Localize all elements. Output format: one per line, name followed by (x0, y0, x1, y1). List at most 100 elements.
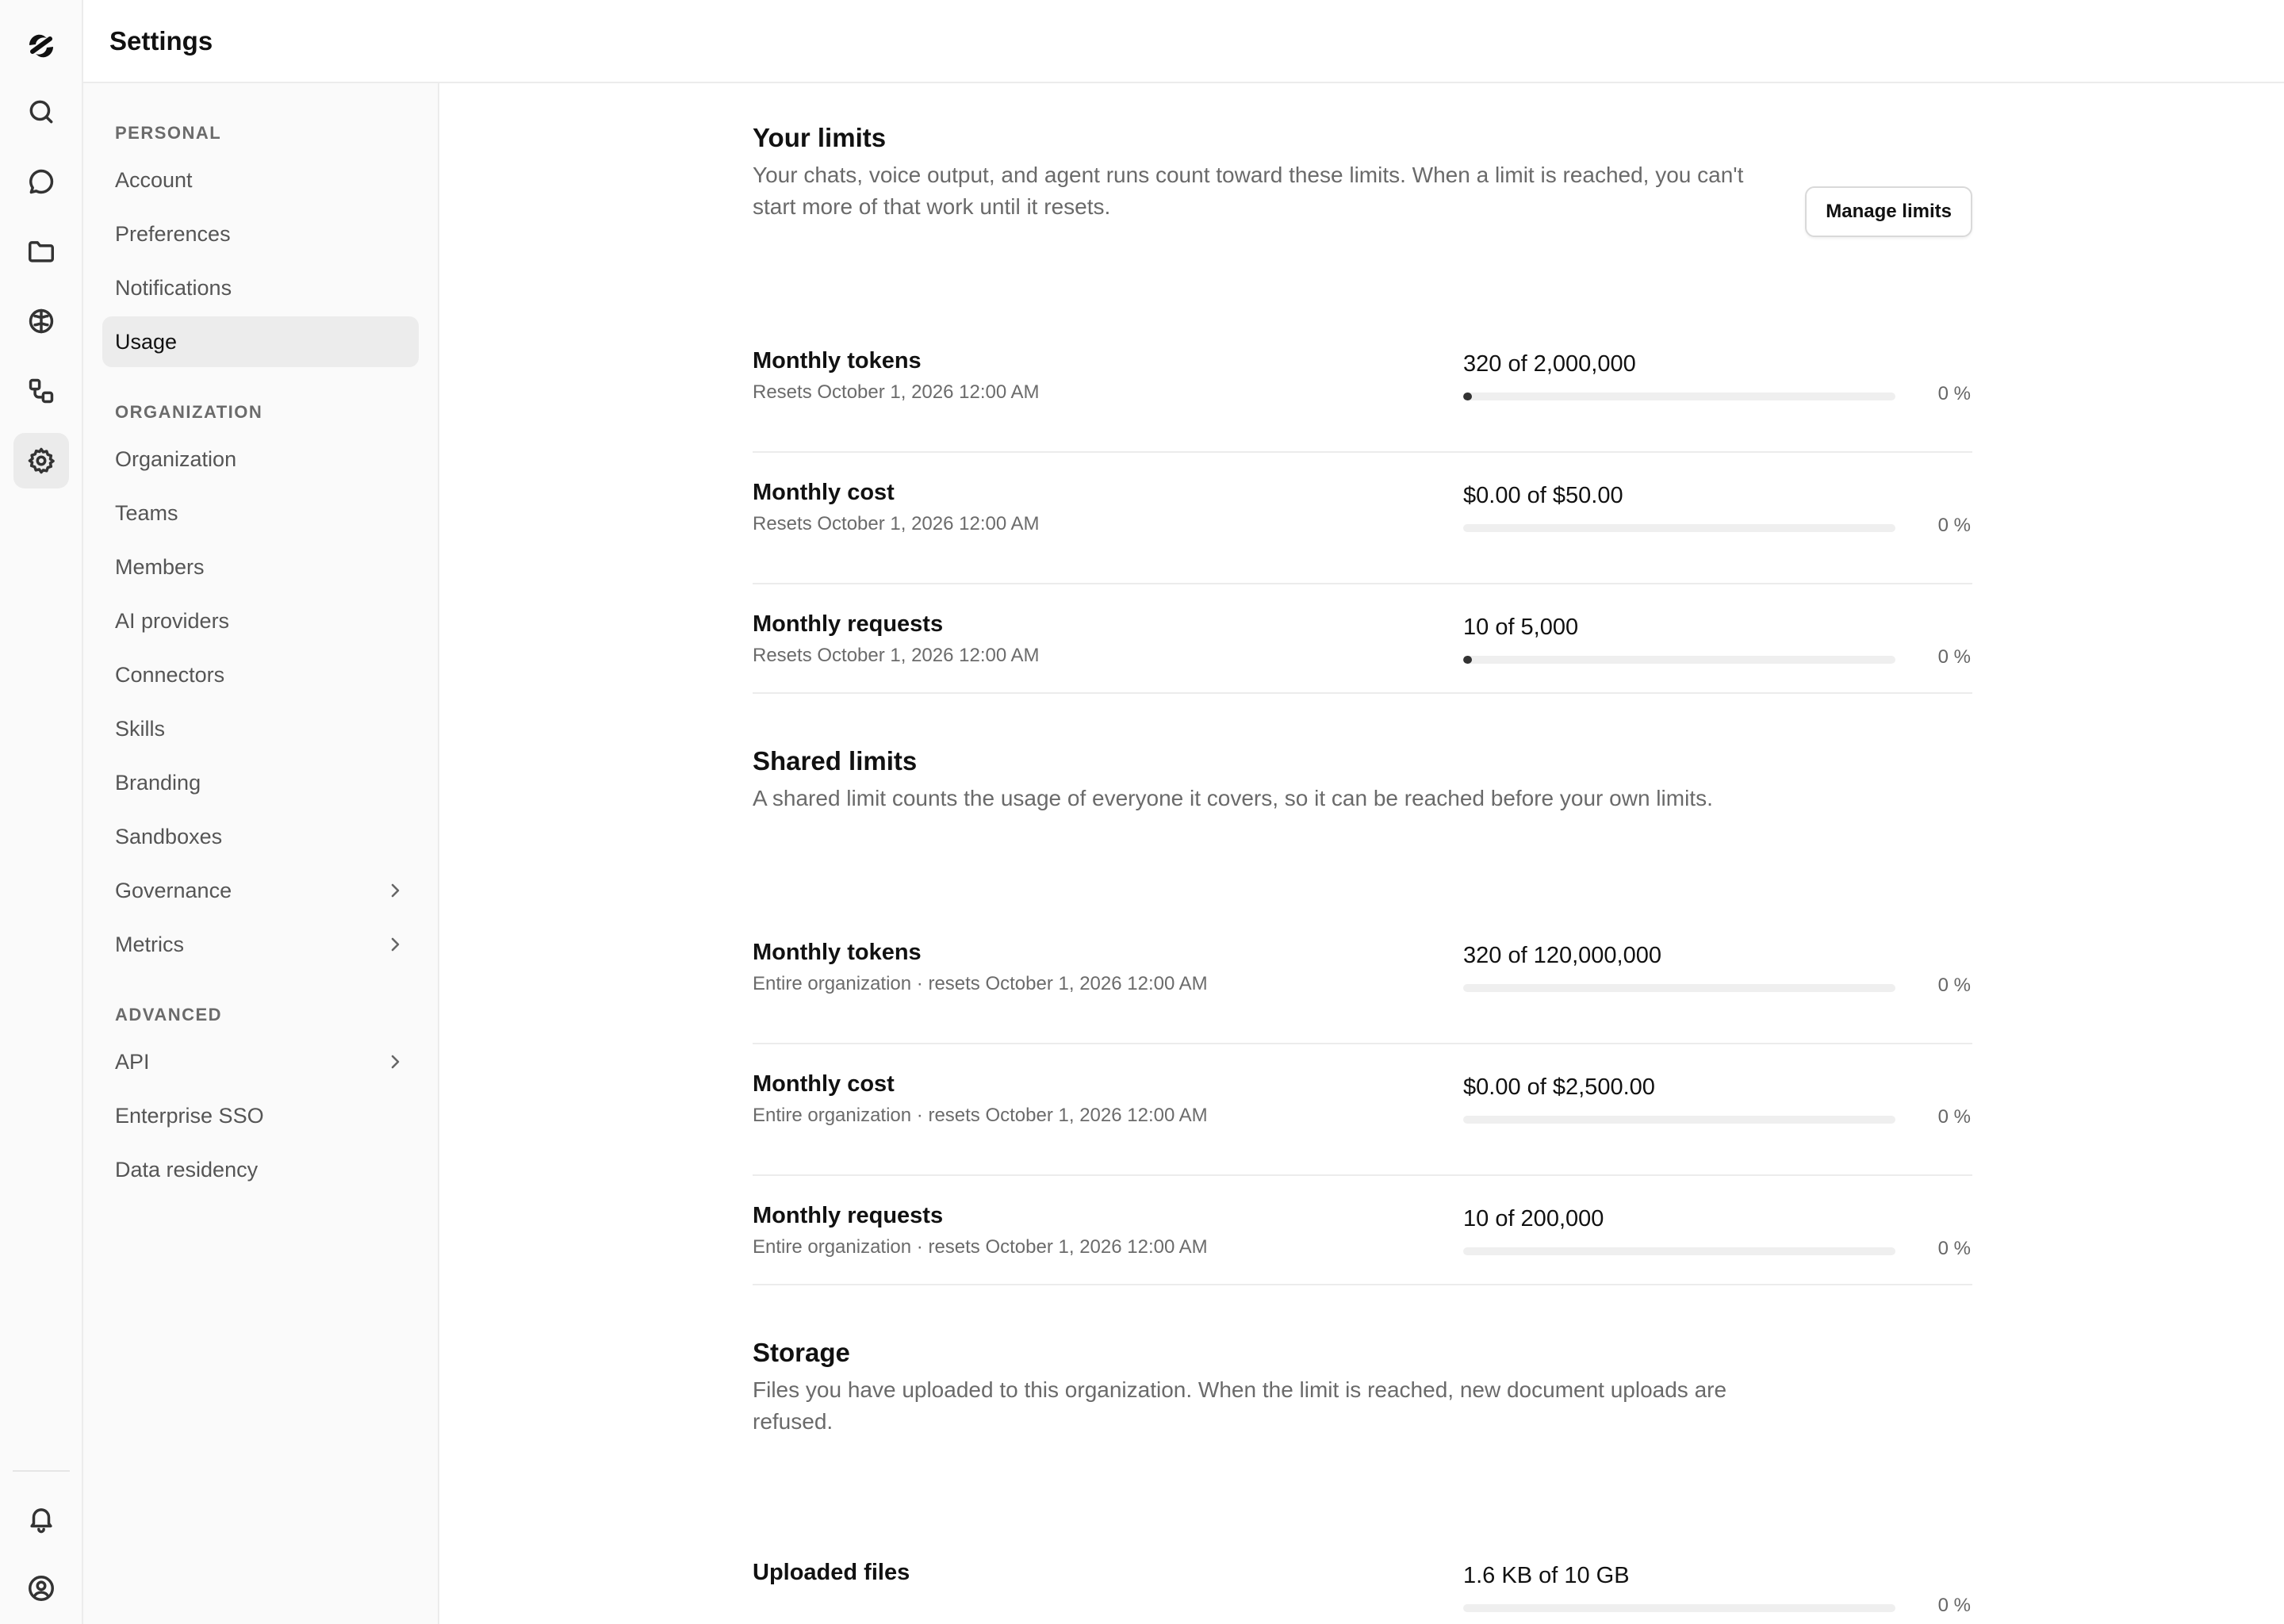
user-circle-icon (28, 1576, 54, 1601)
rail-search-button[interactable] (13, 84, 69, 140)
nav-item-label: Sandboxes (115, 824, 223, 848)
usage-reset-text: Entire organization · resets October 1, … (753, 1236, 1208, 1258)
usage-value: 10 of 200,000 (1463, 1206, 1604, 1231)
rail-settings-button[interactable] (13, 433, 69, 488)
usage-percent: 0 % (1937, 1106, 1971, 1128)
section-description: Your chats, voice output, and agent runs… (753, 163, 1744, 219)
icon-rail (0, 0, 83, 1624)
nav-item-label: Enterprise SSO (115, 1103, 264, 1128)
logo-icon (29, 34, 53, 58)
storage-section: Storage Files you have uploaded to this … (753, 1338, 1972, 1438)
section-title: Shared limits (753, 746, 918, 776)
rail-profile-button[interactable] (13, 1561, 69, 1616)
usage-row: Uploaded files 1.6 KB of 10 GB 0 % (753, 1533, 1972, 1624)
usage-progress-bar (1463, 1116, 1895, 1124)
usage-progress-fill (1463, 393, 1472, 400)
nav-item-label: AI providers (115, 608, 230, 633)
your-limits-section: Your limits Your chats, voice output, an… (753, 123, 1972, 237)
rail-brain-button[interactable] (13, 293, 69, 349)
nav-item-usage[interactable]: Usage (102, 316, 419, 367)
usage-progress-bar (1463, 984, 1895, 992)
bell-icon (29, 1508, 52, 1534)
nav-item-preferences[interactable]: Preferences (102, 209, 419, 259)
nav-item-label: Connectors (115, 662, 225, 687)
nav-item-api[interactable]: API (102, 1036, 419, 1087)
nav-item-skills[interactable]: Skills (102, 703, 419, 754)
gear-icon (28, 447, 55, 474)
rail-folder-button[interactable] (13, 224, 69, 279)
usage-progress-bar (1463, 1604, 1895, 1612)
nav-item-enterprise-sso[interactable]: Enterprise SSO (102, 1090, 419, 1141)
usage-reset-text: Resets October 1, 2026 12:00 AM (753, 381, 1040, 403)
nav-item-connectors[interactable]: Connectors (102, 649, 419, 700)
workflow-icon (29, 378, 53, 404)
usage-value: 10 of 5,000 (1463, 615, 1579, 640)
usage-progress-fill (1463, 656, 1472, 664)
usage-progress-bar (1463, 1247, 1895, 1255)
nav-item-branding[interactable]: Branding (102, 757, 419, 808)
usage-percent: 0 % (1937, 1595, 1971, 1616)
nav-item-label: API (115, 1049, 150, 1074)
rail-workflow-button[interactable] (13, 363, 69, 419)
usage-reset-text: Resets October 1, 2026 12:00 AM (753, 513, 1040, 534)
rail-notifications-button[interactable] (13, 1491, 69, 1546)
nav-item-account[interactable]: Account (102, 155, 419, 205)
divider (753, 1284, 1972, 1285)
usage-percent: 0 % (1937, 1238, 1971, 1259)
nav-section-organization: ORGANIZATION Organization Teams Members AI p… (102, 394, 419, 970)
chevron-right-icon (391, 1055, 400, 1069)
app-logo[interactable] (22, 27, 60, 65)
usage-row: Monthly cost Entire organization · resets… (753, 1044, 1972, 1176)
nav-item-metrics[interactable]: Metrics (102, 919, 419, 970)
nav-item-notifications[interactable]: Notifications (102, 262, 419, 313)
nav-item-label: Governance (115, 878, 232, 902)
nav-item-organization[interactable]: Organization (102, 434, 419, 485)
nav-item-data-residency[interactable]: Data residency (102, 1144, 419, 1195)
usage-value: $0.00 of $50.00 (1463, 483, 1623, 508)
usage-row: Monthly cost Resets October 1, 2026 12:00… (753, 453, 1972, 584)
usage-value: 320 of 2,000,000 (1463, 351, 1636, 377)
rail-chat-button[interactable] (13, 154, 69, 209)
nav-item-label: Members (115, 554, 205, 579)
search-icon (29, 100, 52, 124)
nav-item-label: Metrics (115, 932, 184, 956)
nav-item-label: Preferences (115, 221, 231, 246)
section-description: Files you have uploaded to this organiza… (753, 1377, 1727, 1434)
nav-item-members[interactable]: Members (102, 542, 419, 592)
nav-item-sandboxes[interactable]: Sandboxes (102, 811, 419, 862)
nav-item-teams[interactable]: Teams (102, 488, 419, 538)
usage-reset-text: Resets October 1, 2026 12:00 AM (753, 645, 1040, 666)
section-title: Storage (753, 1338, 850, 1367)
nav-section-advanced: ADVANCED API Enterprise SSO Data residency (102, 997, 419, 1195)
main-content: Your limits Your chats, voice output, an… (439, 83, 2284, 1624)
usage-label: Monthly tokens (753, 348, 922, 373)
usage-reset-text: Entire organization · resets October 1, … (753, 1105, 1208, 1126)
nav-item-label: Usage (115, 329, 178, 354)
chevron-right-icon (391, 883, 400, 898)
shared-limits-section: Shared limits A shared limit counts the … (753, 746, 1972, 814)
usage-label: Monthly requests (753, 611, 944, 637)
usage-percent: 0 % (1937, 975, 1971, 996)
nav-item-governance[interactable]: Governance (102, 865, 419, 916)
nav-item-label: Notifications (115, 275, 232, 300)
usage-row: Monthly requests Resets October 1, 2026 1… (753, 584, 1972, 716)
nav-section-title: ADVANCED (115, 1005, 223, 1025)
brain-icon (29, 308, 53, 334)
page-header: Settings (83, 0, 2284, 83)
nav-section-title: PERSONAL (115, 123, 222, 143)
usage-value: $0.00 of $2,500.00 (1463, 1074, 1655, 1100)
usage-row: Monthly tokens Resets October 1, 2026 12:… (753, 321, 1972, 453)
nav-item-label: Skills (115, 716, 166, 741)
usage-percent: 0 % (1937, 383, 1971, 404)
usage-row: Monthly tokens Entire organization · rese… (753, 913, 1972, 1044)
settings-nav: PERSONAL Account Preferences Notifications U… (83, 83, 439, 1624)
manage-limits-button[interactable]: Manage limits (1805, 186, 1972, 237)
usage-row: Monthly requests Entire organization · re… (753, 1176, 1972, 1308)
nav-item-label: Data residency (115, 1157, 259, 1182)
section-title: Your limits (753, 123, 887, 152)
usage-progress-bar (1463, 524, 1895, 532)
usage-value: 320 of 120,000,000 (1463, 943, 1661, 968)
usage-label: Monthly cost (753, 480, 895, 505)
nav-item-label: Account (115, 167, 193, 192)
nav-item-ai-providers[interactable]: AI providers (102, 596, 419, 646)
